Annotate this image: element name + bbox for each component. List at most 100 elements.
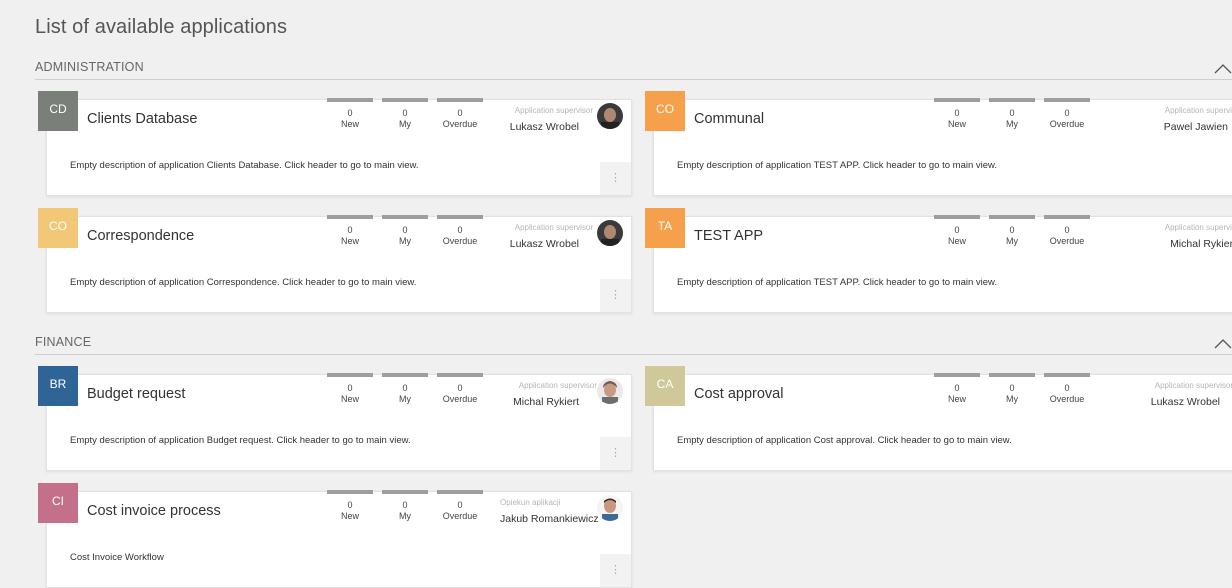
stat-label: My bbox=[1006, 236, 1018, 246]
app-code-badge: CI bbox=[38, 483, 78, 523]
app-description: Empty description of application Corresp… bbox=[70, 277, 417, 288]
stat-new: 0 New bbox=[327, 490, 373, 522]
supervisor-label: Application supervisor bbox=[1154, 381, 1232, 390]
app-card-cost-invoice-process[interactable]: CI Cost invoice process 0 New 0 My 0 Ove… bbox=[38, 483, 632, 588]
supervisor-name: Michal Rykiert bbox=[1170, 238, 1232, 250]
stat-label: My bbox=[399, 119, 411, 129]
stat-bar bbox=[934, 215, 980, 219]
stat-bar bbox=[989, 215, 1035, 219]
app-card-test-app[interactable]: TA TEST APP 0 New 0 My 0 Overdue Applica… bbox=[645, 208, 1232, 313]
app-card-cost-approval[interactable]: CA Cost approval 0 New 0 My 0 Overdue Ap… bbox=[645, 366, 1232, 471]
app-code-badge: BR bbox=[38, 366, 78, 406]
stat-my: 0 My bbox=[382, 373, 428, 405]
stat-overdue: 0 Overdue bbox=[437, 490, 483, 522]
more-menu-button[interactable]: ⋮ bbox=[600, 162, 631, 195]
app-code-badge: CO bbox=[38, 208, 78, 248]
card-header[interactable]: CI Cost invoice process 0 New 0 My 0 Ove… bbox=[38, 483, 631, 532]
chevron-up-icon[interactable] bbox=[1214, 61, 1232, 75]
stat-label: Overdue bbox=[442, 511, 478, 521]
stat-label: New bbox=[340, 119, 359, 129]
app-name: Communal bbox=[694, 111, 765, 127]
stat-new: 0 New bbox=[934, 215, 980, 247]
stat-bar bbox=[1044, 98, 1090, 102]
more-menu-button[interactable]: ⋮ bbox=[600, 437, 631, 470]
supervisor-label: Application supervisor bbox=[514, 223, 593, 232]
stat-bar bbox=[382, 490, 428, 494]
stat-label: Overdue bbox=[442, 119, 478, 129]
stat-my: 0 My bbox=[989, 215, 1035, 247]
stat-label: New bbox=[947, 236, 966, 246]
app-card-communal[interactable]: CO Communal 0 New 0 My 0 Overdue Applica… bbox=[645, 91, 1232, 196]
stat-new: 0 New bbox=[327, 215, 373, 247]
stat-bar bbox=[989, 373, 1035, 377]
card-header[interactable]: CO Correspondence 0 New 0 My 0 Overdue A… bbox=[38, 208, 631, 257]
app-description: Empty description of application Clients… bbox=[70, 160, 419, 171]
app-code-badge: CO bbox=[645, 91, 685, 131]
app-card-clients-database[interactable]: CD Clients Database 0 New 0 My 0 Overdue… bbox=[38, 91, 632, 196]
app-name: Correspondence bbox=[87, 228, 195, 244]
stat-new: 0 New bbox=[327, 373, 373, 405]
stat-label: Overdue bbox=[442, 236, 478, 246]
stat-value: 0 bbox=[1064, 108, 1070, 118]
supervisor-label: Application supervisor bbox=[1164, 223, 1232, 232]
stat-value: 0 bbox=[1064, 225, 1070, 235]
section-title: ADMINISTRATION bbox=[35, 60, 144, 74]
stat-label: New bbox=[340, 511, 359, 521]
supervisor-name: Pawel Jawien bbox=[1163, 121, 1228, 133]
stat-overdue: 0 Overdue bbox=[437, 215, 483, 247]
more-menu-button[interactable]: ⋮ bbox=[600, 554, 631, 587]
stat-label: My bbox=[399, 511, 411, 521]
app-description: Empty description of application Cost ap… bbox=[677, 435, 1012, 446]
chevron-up-icon[interactable] bbox=[1214, 336, 1232, 350]
section-title: FINANCE bbox=[35, 335, 92, 349]
stat-label: Overdue bbox=[1049, 119, 1085, 129]
section-header-finance: FINANCE bbox=[35, 330, 1232, 355]
card-header[interactable]: CA Cost approval 0 New 0 My 0 Overdue Ap… bbox=[645, 366, 1232, 415]
app-code-badge: CA bbox=[645, 366, 685, 406]
app-description: Empty description of application TEST AP… bbox=[677, 160, 998, 171]
stat-value: 0 bbox=[402, 225, 408, 235]
stat-overdue: 0 Overdue bbox=[437, 98, 483, 130]
app-name: Clients Database bbox=[87, 111, 198, 127]
supervisor-name: Lukasz Wrobel bbox=[509, 121, 579, 133]
supervisor-name: Lukasz Wrobel bbox=[1150, 396, 1220, 408]
stat-bar bbox=[437, 373, 483, 377]
page-title: List of available applications bbox=[35, 16, 288, 38]
stat-bar bbox=[934, 98, 980, 102]
card-header[interactable]: TA TEST APP 0 New 0 My 0 Overdue Applica… bbox=[645, 208, 1232, 257]
app-card-budget-request[interactable]: BR Budget request 0 New 0 My 0 Overdue A… bbox=[38, 366, 632, 471]
stat-new: 0 New bbox=[934, 98, 980, 130]
supervisor-name: Michal Rykiert bbox=[513, 396, 579, 408]
stat-value: 0 bbox=[402, 108, 408, 118]
stat-label: My bbox=[1006, 394, 1018, 404]
stat-label: New bbox=[340, 236, 359, 246]
stat-value: 0 bbox=[457, 500, 463, 510]
stat-value: 0 bbox=[457, 108, 463, 118]
app-name: Budget request bbox=[87, 386, 186, 402]
stat-new: 0 New bbox=[934, 373, 980, 405]
stat-bar bbox=[327, 490, 373, 494]
stat-label: My bbox=[399, 236, 411, 246]
avatar bbox=[597, 220, 623, 246]
card-header[interactable]: BR Budget request 0 New 0 My 0 Overdue A… bbox=[38, 366, 631, 415]
card-header[interactable]: CD Clients Database 0 New 0 My 0 Overdue… bbox=[38, 91, 631, 140]
stat-bar bbox=[382, 98, 428, 102]
app-name: Cost invoice process bbox=[87, 503, 221, 519]
supervisor-label: Opiekun aplikacji bbox=[500, 498, 561, 507]
supervisor-name: Jakub Romankiewicz bbox=[500, 513, 599, 525]
more-menu-button[interactable]: ⋮ bbox=[600, 279, 631, 312]
app-card-correspondence[interactable]: CO Correspondence 0 New 0 My 0 Overdue A… bbox=[38, 208, 632, 313]
stat-bar bbox=[327, 373, 373, 377]
stat-label: New bbox=[340, 394, 359, 404]
stat-bar bbox=[1044, 373, 1090, 377]
supervisor-label: Application supervisor bbox=[1164, 106, 1232, 115]
app-name: TEST APP bbox=[694, 228, 764, 244]
stat-bar bbox=[437, 490, 483, 494]
supervisor-label: Application supervisor bbox=[518, 381, 597, 390]
stat-label: Overdue bbox=[442, 394, 478, 404]
avatar bbox=[597, 495, 623, 521]
stat-value: 0 bbox=[954, 383, 960, 393]
stat-bar bbox=[1044, 215, 1090, 219]
stat-value: 0 bbox=[954, 225, 960, 235]
card-header[interactable]: CO Communal 0 New 0 My 0 Overdue Applica… bbox=[645, 91, 1232, 140]
